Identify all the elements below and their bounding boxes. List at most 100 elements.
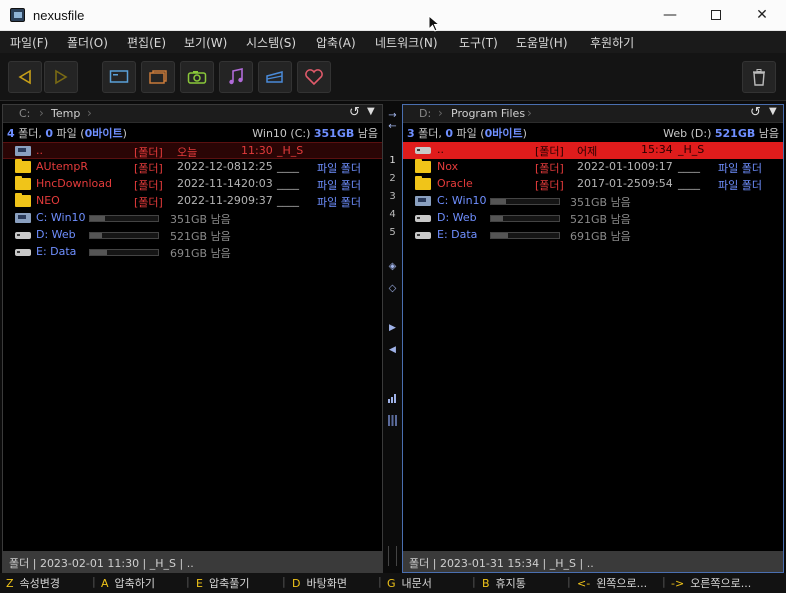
folder-icon: [15, 193, 31, 207]
maximize-button[interactable]: [693, 0, 739, 31]
fkey-to-right[interactable]: -> 오른쪽으로...: [671, 575, 751, 591]
file-kind: 파일 폴더: [317, 196, 361, 209]
desktop-button[interactable]: [102, 61, 136, 93]
expand-left-icon[interactable]: ◀: [383, 345, 402, 355]
file-date: 2022-11-14: [177, 177, 241, 190]
folder-window-button[interactable]: [141, 61, 175, 93]
file-time: 11:30: [241, 144, 273, 157]
menu-tools[interactable]: 도구(T): [459, 34, 498, 51]
fkey-documents[interactable]: G 내문서: [387, 575, 432, 591]
refresh-icon[interactable]: ↺: [349, 105, 360, 120]
fkey-desktop[interactable]: D 바탕화면: [292, 575, 347, 591]
folder-icon: [15, 159, 31, 173]
menu-help[interactable]: 도움말(H): [516, 34, 568, 51]
hard-drive-icon: [415, 232, 431, 239]
menu-edit[interactable]: 편집(E): [127, 34, 166, 51]
trash-icon: [753, 69, 765, 86]
tab-2[interactable]: 2: [383, 173, 402, 184]
right-file-panel[interactable]: D: › Program Files › ↺ ▼ 3 폴더, 0 파일 (0바이…: [402, 104, 784, 573]
copy-left-arrow-icon[interactable]: ←: [383, 121, 402, 132]
copy-right-arrow-icon[interactable]: →: [383, 110, 402, 121]
file-date: 2017-01-25: [577, 177, 641, 190]
close-icon: ✕: [756, 7, 768, 23]
camera-icon: [187, 71, 207, 84]
file-attr: ____: [277, 194, 299, 207]
music-button[interactable]: [219, 61, 253, 93]
parent-folder-row[interactable]: .. [폴더] 어제 15:34 _H_S: [403, 142, 783, 159]
menu-sponsor[interactable]: 후원하기: [590, 34, 634, 51]
drive-row[interactable]: C: Win10 351GB 남음: [3, 210, 382, 227]
close-button[interactable]: ✕: [739, 0, 785, 31]
fkey-recycle-bin[interactable]: B 휴지통: [482, 575, 526, 591]
file-time: 09:54: [641, 177, 673, 190]
table-row[interactable]: Nox [폴더] 2022-01-10 09:17 ____ 파일 폴더: [403, 159, 783, 176]
menu-folder[interactable]: 폴더(O): [67, 34, 108, 51]
sync-icon[interactable]: ◈: [383, 261, 402, 272]
left-drive-crumb[interactable]: C:: [19, 107, 30, 120]
camera-button[interactable]: [180, 61, 214, 93]
resize-handle[interactable]: [388, 546, 397, 566]
fkey-to-left[interactable]: <- 왼쪽으로...: [577, 575, 647, 591]
tab-3[interactable]: 3: [383, 191, 402, 202]
file-type: [폴더]: [134, 196, 163, 209]
tab-5[interactable]: 5: [383, 227, 402, 238]
title-bar[interactable]: nexusfile — ✕: [0, 0, 786, 31]
trash-button[interactable]: [742, 61, 776, 93]
file-date: 어제: [577, 145, 598, 158]
refresh-icon[interactable]: ↺: [750, 105, 761, 120]
breadcrumb-separator: ›: [438, 106, 443, 120]
minimize-button[interactable]: —: [647, 0, 693, 31]
menu-view[interactable]: 보기(W): [184, 34, 227, 51]
drive-row[interactable]: D: Web 521GB 남음: [403, 210, 783, 227]
fkey-properties[interactable]: Z 속성변경: [6, 575, 60, 591]
chevron-down-icon[interactable]: ▼: [769, 106, 777, 117]
file-name: Nox: [437, 160, 459, 173]
menu-compress[interactable]: 압축(A): [316, 34, 356, 51]
drive-free: 351GB 남음: [570, 196, 631, 209]
tab-4[interactable]: 4: [383, 209, 402, 220]
right-summary: 3 폴더, 0 파일 (0바이트) Web (D:) 521GB 남음: [403, 124, 783, 141]
parent-folder-row[interactable]: .. [폴더] 오늘 11:30 _H_S: [3, 142, 382, 159]
tab-1[interactable]: 1: [383, 155, 402, 166]
drive-row[interactable]: D: Web 521GB 남음: [3, 227, 382, 244]
right-path-bar[interactable]: D: › Program Files › ↺ ▼: [403, 105, 783, 123]
right-drive-crumb[interactable]: D:: [419, 107, 431, 120]
split-view-icon[interactable]: [388, 415, 397, 426]
left-count-summary: 4 폴더, 0 파일 (0바이트): [7, 127, 127, 140]
table-row[interactable]: HncDownload [폴더] 2022-11-14 20:03 ____ 파…: [3, 176, 382, 193]
drive-free: 521GB 남음: [570, 213, 631, 226]
right-path-crumb[interactable]: Program Files: [451, 107, 525, 120]
drive-row[interactable]: E: Data 691GB 남음: [3, 244, 382, 261]
menu-network[interactable]: 네트워크(N): [375, 34, 438, 51]
left-path-bar[interactable]: C: › Temp › ↺ ▼: [3, 105, 382, 123]
drive-row[interactable]: E: Data 691GB 남음: [403, 227, 783, 244]
document-icon: [266, 71, 283, 83]
bar-graph-icon[interactable]: [388, 394, 397, 403]
table-row[interactable]: Oracle [폴더] 2017-01-25 09:54 ____ 파일 폴더: [403, 176, 783, 193]
file-name: NEO: [36, 194, 60, 207]
left-path-crumb[interactable]: Temp: [51, 107, 80, 120]
document-button[interactable]: [258, 61, 292, 93]
drive-free: 691GB 남음: [570, 230, 631, 243]
expand-right-icon[interactable]: ▶: [383, 323, 402, 333]
file-type: [폴더]: [134, 162, 163, 175]
drive-row[interactable]: C: Win10 351GB 남음: [403, 193, 783, 210]
fkey-extract[interactable]: E 압축풀기: [196, 575, 249, 591]
parent-folder-icon: [415, 147, 431, 154]
forward-button[interactable]: [44, 61, 78, 93]
music-icon: [229, 68, 243, 85]
menu-file[interactable]: 파일(F): [10, 34, 48, 51]
left-file-panel[interactable]: C: › Temp › ↺ ▼ 4 폴더, 0 파일 (0바이트) Win10 …: [2, 104, 383, 573]
drive-usage-bar: [89, 215, 159, 222]
table-row[interactable]: AUtempR [폴더] 2022-12-08 12:25 ____ 파일 폴더: [3, 159, 382, 176]
drive-usage-bar: [490, 232, 560, 239]
compare-icon[interactable]: ◇: [383, 283, 402, 294]
back-button[interactable]: [8, 61, 42, 93]
table-row[interactable]: NEO [폴더] 2022-11-29 09:37 ____ 파일 폴더: [3, 193, 382, 210]
fkey-compress[interactable]: A 압축하기: [101, 575, 155, 591]
favorite-button[interactable]: [297, 61, 331, 93]
menu-system[interactable]: 시스템(S): [246, 34, 296, 51]
chevron-down-icon[interactable]: ▼: [367, 106, 375, 117]
file-date: 오늘: [177, 146, 198, 159]
file-attr: ____: [678, 160, 700, 173]
